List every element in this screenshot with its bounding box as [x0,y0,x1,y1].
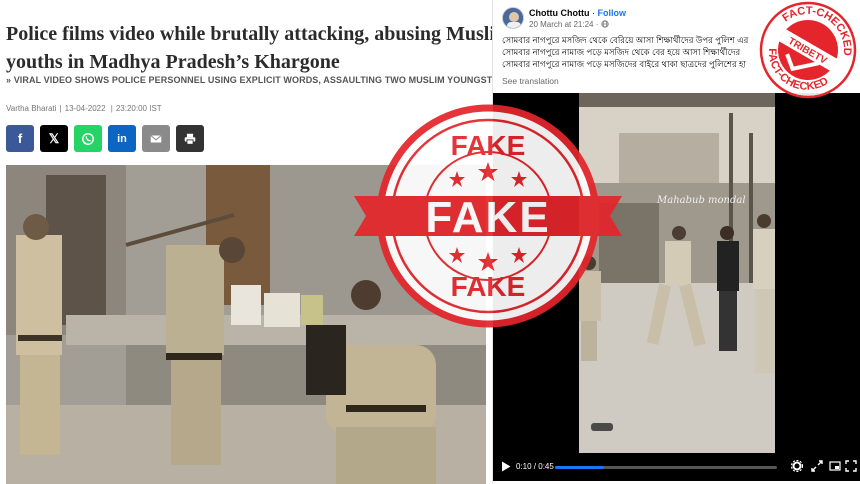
author-name[interactable]: Vartha Bharati [6,104,57,113]
fake-stamp: FAKE FAKE FAKE [354,104,622,328]
facebook-icon: f [17,131,23,146]
share-email-button[interactable] [142,125,170,152]
publish-time: 23:20:00 IST [115,104,162,113]
globe-icon [601,20,609,28]
post-author-line: Chottu Chottu · Follow [529,8,626,18]
video-progress-fill [555,466,604,469]
stamp-top-text: FAKE [451,130,526,161]
play-icon[interactable] [501,461,511,472]
email-icon [150,134,162,142]
share-x-button[interactable]: 𝕏 [40,125,68,152]
settings-icon[interactable] [791,460,803,472]
separator-dot: · [592,8,595,18]
video-time: 0:10 / 0:45 [516,462,554,471]
share-linkedin-button[interactable]: in [108,125,136,152]
share-facebook-button[interactable]: f [6,125,34,152]
separator-dot: · [595,20,599,29]
publish-date: 13-04-2022 [64,104,106,113]
article-subheadline: » VIRAL VIDEO SHOWS POLICE PERSONNEL USI… [6,75,492,85]
expand-icon[interactable] [845,460,857,472]
print-icon [184,133,196,145]
video-progress-bar[interactable] [555,466,777,469]
article-headline[interactable]: Police films video while brutally attack… [6,20,492,76]
post-timestamp-row: 20 March at 21:24 · [529,20,609,29]
x-icon: 𝕏 [48,130,60,146]
fact-checked-stamp: FACT-CHECKED FACT-CHECKED TRIBETV [758,0,858,100]
video-controls: 0:10 / 0:45 [493,453,860,481]
stamp-center-text: FAKE [425,193,550,242]
article-byline: Vartha Bharati | 13-04-2022 | 23:20:00 IST [6,104,162,113]
stamp-bottom-text: FAKE [451,271,526,302]
share-whatsapp-button[interactable] [74,125,102,152]
whatsapp-icon [82,132,94,145]
video-watermark: Mahabub mondal [657,195,746,206]
fullscreen-icon[interactable] [811,460,823,472]
avatar[interactable] [502,7,524,29]
share-print-button[interactable] [176,125,204,152]
post-author-name[interactable]: Chottu Chottu [529,8,589,18]
linkedin-icon: in [117,132,127,145]
see-translation-link[interactable]: See translation [502,76,559,86]
avatar-image [503,8,523,28]
picture-in-picture-icon[interactable] [829,460,841,472]
headline-line-1: Police films video while brutally attack… [6,23,492,45]
share-buttons: f 𝕏 in [6,125,204,152]
headline-line-2: youths in Madhya Pradesh’s Khargone [6,51,340,73]
follow-button[interactable]: Follow [598,8,627,18]
post-timestamp[interactable]: 20 March at 21:24 [529,20,593,29]
